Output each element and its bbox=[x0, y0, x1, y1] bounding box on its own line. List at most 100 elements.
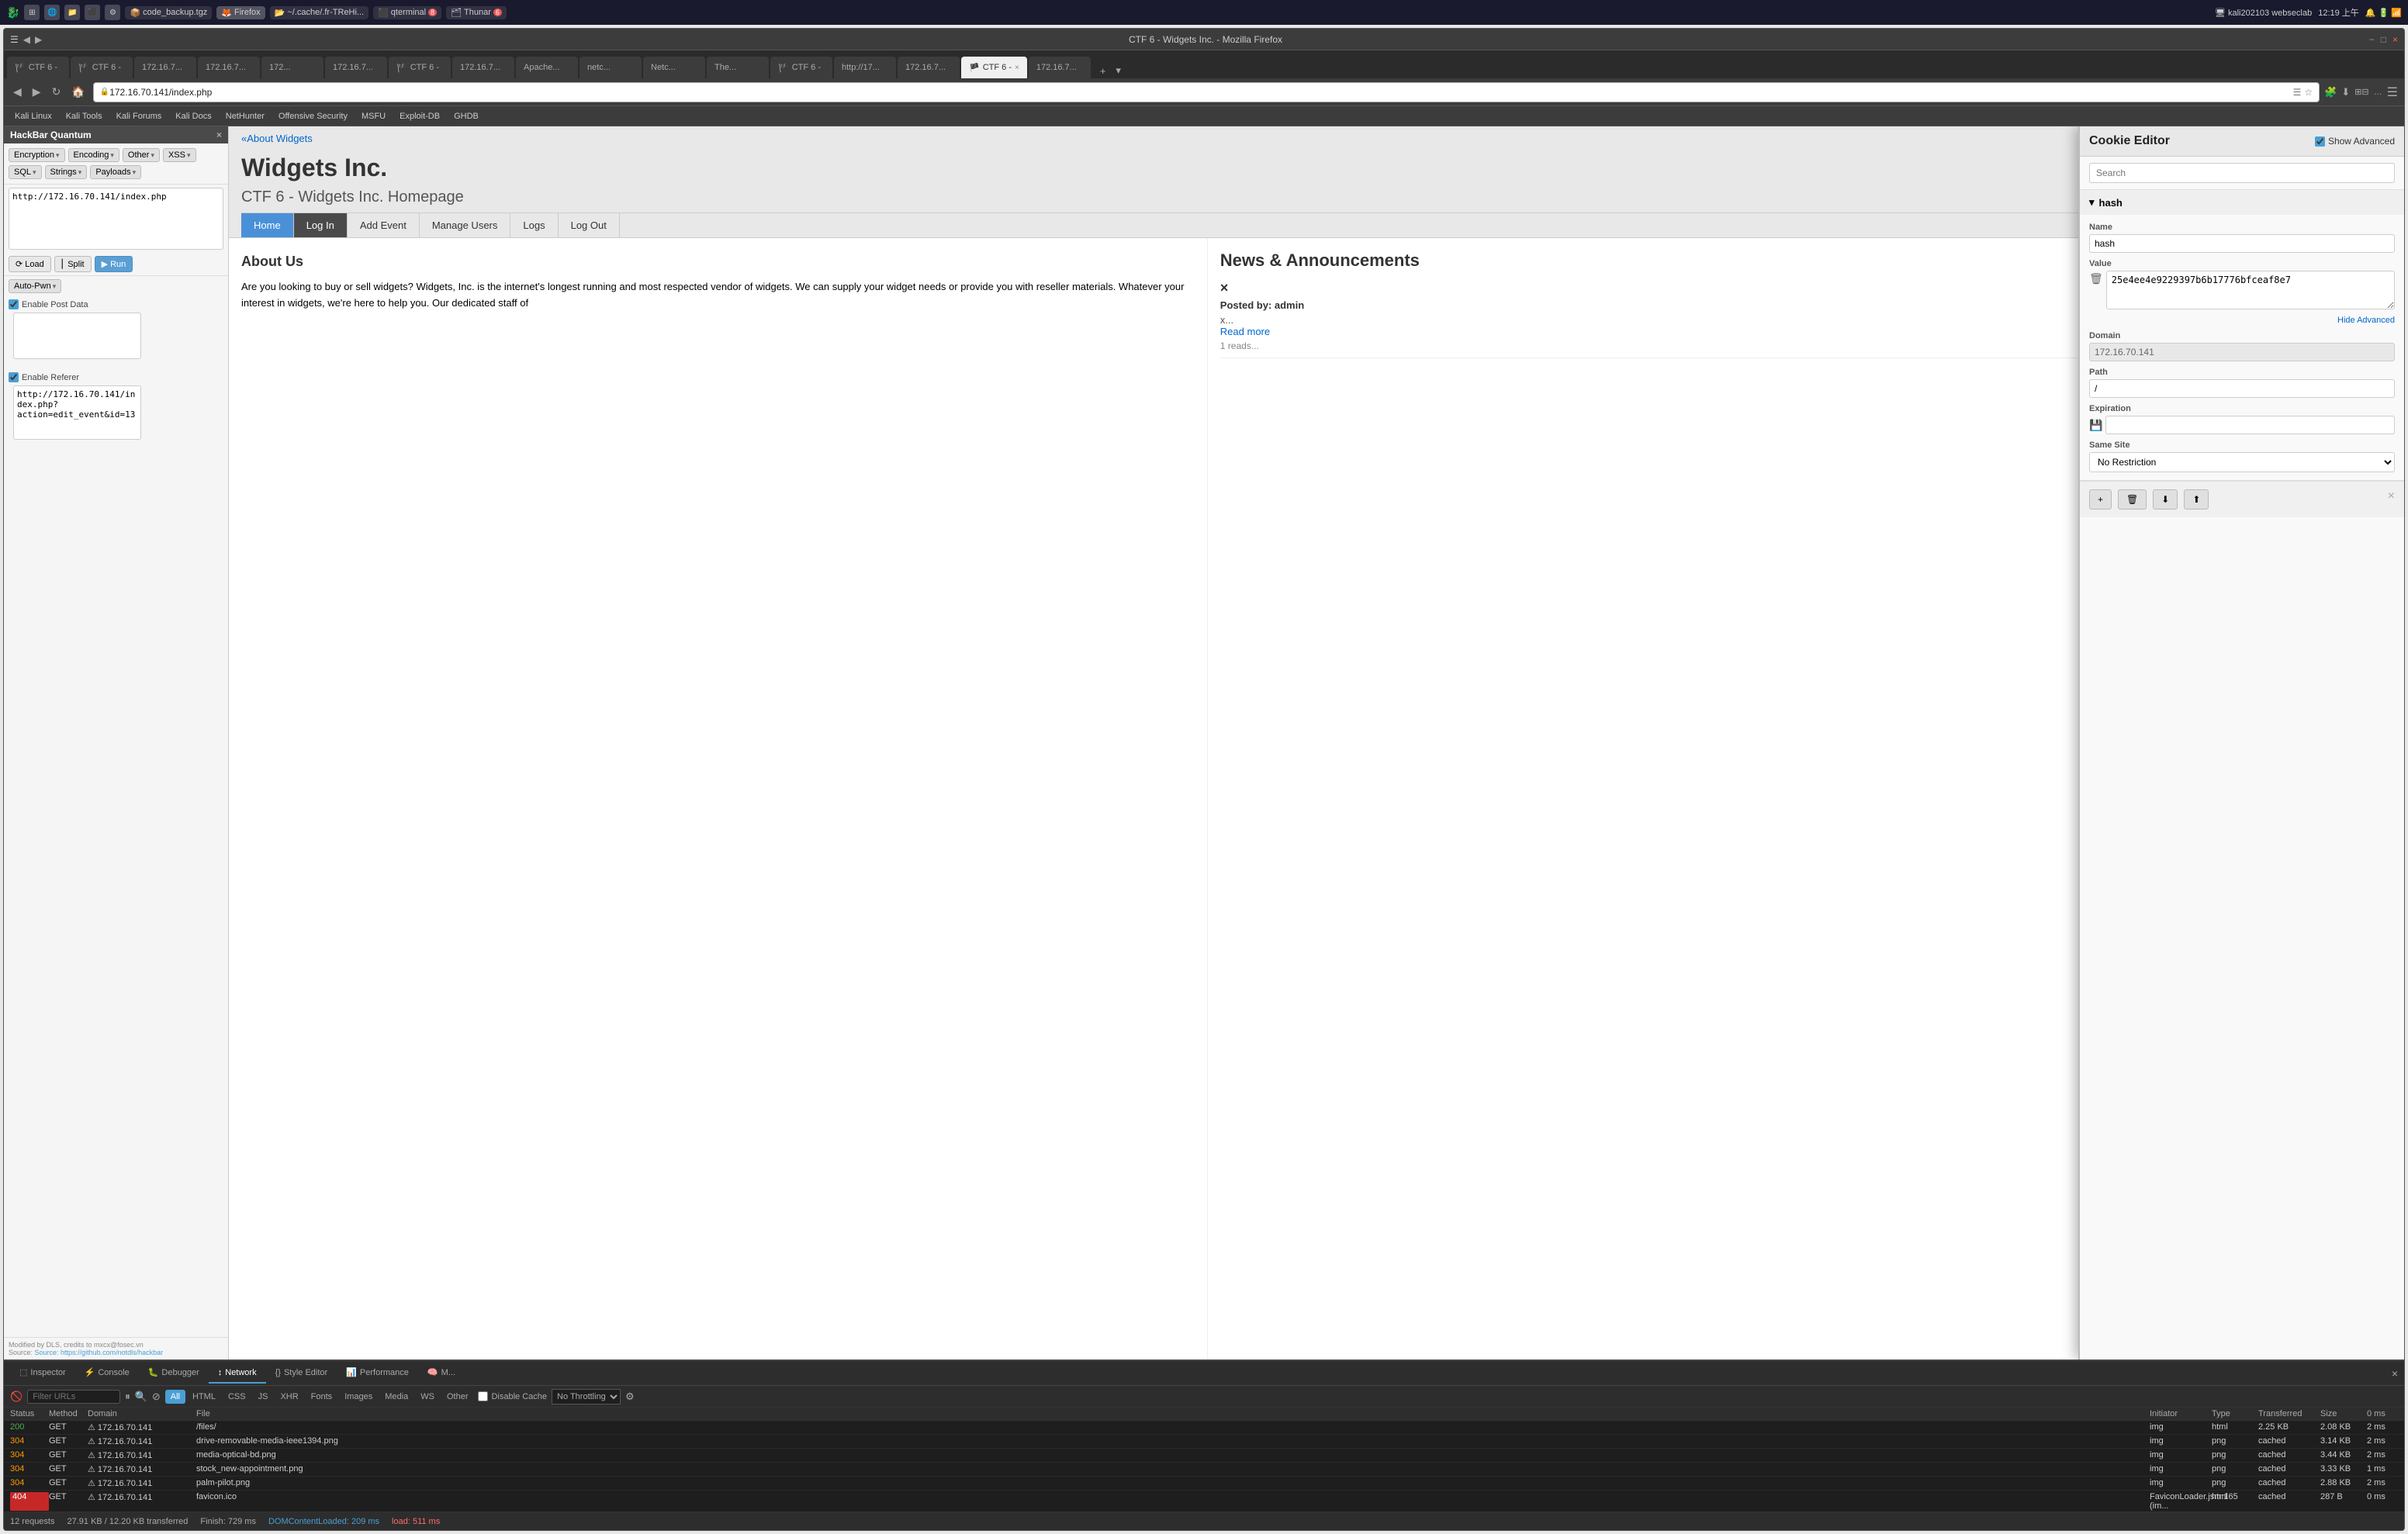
devtools-tab-debugger[interactable]: 🐛 Debugger bbox=[139, 1363, 209, 1384]
show-advanced-checkbox[interactable] bbox=[2315, 136, 2325, 147]
ff-maximize-btn[interactable]: □ bbox=[2381, 34, 2386, 45]
taskbar-icon-terminal[interactable]: ⬛ bbox=[85, 5, 100, 20]
hide-advanced-link[interactable]: Hide Advanced bbox=[2089, 316, 2395, 325]
extensions-btn[interactable]: 🧩 bbox=[2324, 86, 2337, 98]
show-advanced-toggle[interactable]: Show Advanced bbox=[2315, 136, 2395, 147]
taskbar-item-cache[interactable]: 📂 ~/.cache/.fr-TReHi... bbox=[270, 6, 368, 19]
nav-login[interactable]: Log In bbox=[294, 213, 348, 237]
ff-tab-2[interactable]: 172.16.7... bbox=[134, 57, 196, 78]
cookie-add-btn[interactable]: + bbox=[2089, 489, 2112, 510]
back-button[interactable]: ◀ bbox=[10, 84, 25, 100]
split-button[interactable]: ⎜ Split bbox=[54, 256, 92, 272]
ff-nav-back[interactable]: ◀ bbox=[23, 34, 30, 45]
xss-button[interactable]: XSS ▾ bbox=[163, 148, 196, 162]
devtools-tab-inspector[interactable]: ⬚ Inspector bbox=[10, 1363, 75, 1384]
tab-close-15[interactable]: × bbox=[1015, 64, 1019, 72]
nav-home[interactable]: Home bbox=[241, 213, 294, 237]
bookmark-msfu[interactable]: MSFU bbox=[357, 110, 390, 123]
type-btn-all[interactable]: All bbox=[165, 1390, 185, 1404]
pause-btn[interactable]: ⏸ bbox=[125, 1391, 130, 1403]
devtools-tab-console[interactable]: ⚡ Console bbox=[75, 1363, 139, 1384]
ff-tab-12[interactable]: 🏴CTF 6 - bbox=[770, 57, 832, 78]
ff-tab-0[interactable]: 🏴CTF 6 - bbox=[7, 57, 69, 78]
ff-tab-6[interactable]: 🏴CTF 6 - bbox=[389, 57, 451, 78]
reload-button[interactable]: ↻ bbox=[49, 84, 64, 100]
cookie-delete-icon[interactable]: 🗑 bbox=[2089, 272, 2103, 285]
bookmark-nethunter[interactable]: NetHunter bbox=[221, 110, 269, 123]
ff-tab-13[interactable]: http://17... bbox=[834, 57, 896, 78]
nav-log-out[interactable]: Log Out bbox=[559, 213, 620, 237]
tab-list-btn[interactable]: ▾ bbox=[1112, 63, 1124, 78]
bookmark-ghdb[interactable]: GHDB bbox=[449, 110, 483, 123]
bookmark-offensive-security[interactable]: Offensive Security bbox=[274, 110, 352, 123]
hackbar-source-link[interactable]: Source: https://github.com/notdls/hackba… bbox=[35, 1349, 164, 1356]
bookmark-exploit-db[interactable]: Exploit-DB bbox=[395, 110, 445, 123]
home-button[interactable]: 🏠 bbox=[68, 84, 88, 100]
taskbar-item-qterminal[interactable]: ⬛ qterminal 8 bbox=[373, 6, 441, 19]
type-btn-fonts[interactable]: Fonts bbox=[306, 1390, 338, 1404]
search-btn[interactable]: 🔍 bbox=[135, 1391, 147, 1403]
ff-overflow-btn[interactable]: … bbox=[2374, 88, 2382, 97]
taskbar-icon-settings[interactable]: ⚙ bbox=[105, 5, 120, 20]
devtools-tab-network[interactable]: ↕ Network bbox=[209, 1363, 266, 1384]
cookie-save-icon[interactable]: 💾 bbox=[2089, 419, 2102, 432]
ff-tab-8[interactable]: Apache... bbox=[516, 57, 578, 78]
bookmark-kali-forums[interactable]: Kali Forums bbox=[112, 110, 167, 123]
type-btn-images[interactable]: Images bbox=[339, 1390, 378, 1404]
table-row[interactable]: 304 GET ⚠ 172.16.70.141 palm-pilot.png i… bbox=[4, 1477, 2404, 1491]
ff-tab-7[interactable]: 172.16.7... bbox=[452, 57, 514, 78]
type-btn-other[interactable]: Other bbox=[441, 1390, 474, 1404]
autopwn-button[interactable]: Auto-Pwn ▾ bbox=[9, 279, 61, 293]
devtools-tab-style[interactable]: {} Style Editor bbox=[266, 1363, 337, 1384]
devtools-tab-performance[interactable]: 📊 Performance bbox=[337, 1363, 418, 1384]
nav-manage-users[interactable]: Manage Users bbox=[420, 213, 511, 237]
ff-tab-5[interactable]: 172.16.7... bbox=[325, 57, 387, 78]
reader-mode-icon[interactable]: ☰ bbox=[2293, 87, 2302, 98]
encoding-button[interactable]: Encoding ▾ bbox=[68, 148, 119, 162]
devtools-close-btn[interactable]: × bbox=[2392, 1367, 2398, 1380]
table-row[interactable]: 404 GET ⚠ 172.16.70.141 favicon.ico Favi… bbox=[4, 1491, 2404, 1512]
cookie-import-btn[interactable]: ⬇ bbox=[2153, 489, 2178, 510]
nav-add-event[interactable]: Add Event bbox=[348, 213, 420, 237]
nav-logs[interactable]: Logs bbox=[510, 213, 558, 237]
ff-close-btn[interactable]: × bbox=[2392, 34, 2398, 45]
payloads-button[interactable]: Payloads ▾ bbox=[90, 165, 141, 179]
forward-button[interactable]: ▶ bbox=[29, 84, 44, 100]
devtools-tab-m[interactable]: 🧠 M... bbox=[418, 1363, 465, 1384]
enable-post-data-checkbox[interactable] bbox=[9, 299, 19, 309]
ff-menu-button[interactable]: ☰ bbox=[2387, 85, 2398, 100]
type-btn-xhr[interactable]: XHR bbox=[275, 1390, 303, 1404]
ff-tab-1[interactable]: 🏴CTF 6 - bbox=[71, 57, 133, 78]
bookmark-kali-docs[interactable]: Kali Docs bbox=[171, 110, 216, 123]
type-btn-js[interactable]: JS bbox=[253, 1390, 274, 1404]
throttle-select[interactable]: No Throttling bbox=[552, 1389, 621, 1404]
ff-tab-14[interactable]: 172.16.7... bbox=[898, 57, 960, 78]
encryption-button[interactable]: Encryption ▾ bbox=[9, 148, 65, 162]
disable-cache-checkbox[interactable] bbox=[478, 1391, 488, 1401]
hackbar-collapse-btn[interactable]: × bbox=[216, 130, 222, 140]
taskbar-item-firefox[interactable]: 🦊 Firefox bbox=[216, 6, 265, 19]
taskbar-icon-apps[interactable]: ⊞ bbox=[24, 5, 40, 20]
table-row[interactable]: 304 GET ⚠ 172.16.70.141 media-optical-bd… bbox=[4, 1449, 2404, 1463]
bookmark-star-icon[interactable]: ☆ bbox=[2304, 87, 2313, 98]
devtools-settings-btn[interactable]: ⚙ bbox=[625, 1391, 635, 1403]
firefox-menu-icon[interactable]: ☰ bbox=[10, 34, 19, 45]
news-read-more-link[interactable]: Read more bbox=[1220, 326, 1270, 337]
taskbar-icon-files[interactable]: 📁 bbox=[64, 5, 80, 20]
filter-urls-input[interactable] bbox=[27, 1390, 120, 1404]
post-data-textarea[interactable] bbox=[13, 313, 141, 359]
cookie-value-textarea[interactable]: 25e4ee4e9229397b6b17776bfceaf8e7 bbox=[2106, 271, 2395, 309]
table-row[interactable]: 304 GET ⚠ 172.16.70.141 drive-removable-… bbox=[4, 1435, 2404, 1449]
cookie-delete-btn[interactable]: 🗑 bbox=[2118, 489, 2147, 510]
ff-tab-11[interactable]: The... bbox=[707, 57, 769, 78]
run-button[interactable]: ▶ Run bbox=[95, 256, 133, 272]
cookie-panel-close-btn[interactable]: × bbox=[2388, 489, 2395, 510]
strings-button[interactable]: Strings ▾ bbox=[45, 165, 88, 179]
ff-tab-16[interactable]: 172.16.7... bbox=[1029, 57, 1091, 78]
ff-tab-4[interactable]: 172... bbox=[261, 57, 323, 78]
load-button[interactable]: ⟳ Load bbox=[9, 256, 51, 272]
taskbar-item-thunar[interactable]: 🗂 Thunar 6 bbox=[446, 6, 507, 19]
bookmark-kali-linux[interactable]: Kali Linux bbox=[10, 110, 57, 123]
bookmark-kali-tools[interactable]: Kali Tools bbox=[61, 110, 107, 123]
referer-textarea[interactable]: http://172.16.70.141/index.php?action=ed… bbox=[13, 385, 141, 440]
